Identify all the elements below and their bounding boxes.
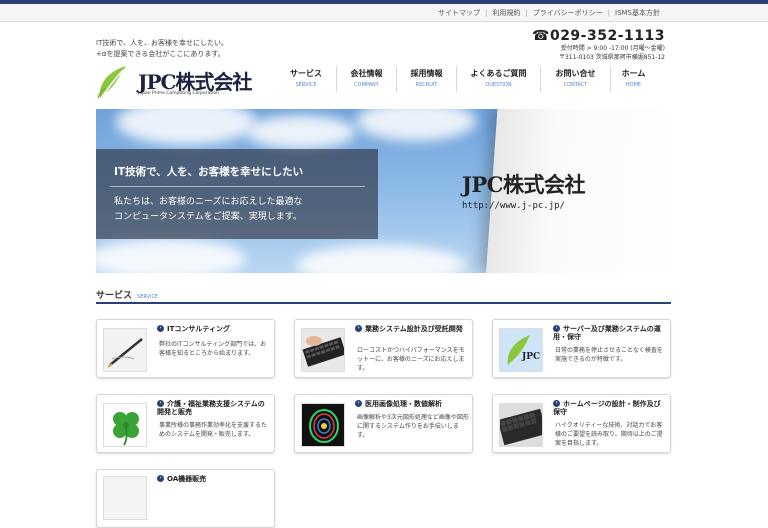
- arrow-icon: ›: [355, 400, 362, 407]
- nav-home[interactable]: ホーム HOME: [610, 66, 656, 92]
- business-hours: 受付時間 > 9:00 -17:00 (月曜～金曜): [560, 45, 665, 52]
- keyboard-image: [301, 328, 345, 372]
- arrow-icon: ›: [553, 400, 560, 407]
- hero-headline: IT技術で、人を、お客様を幸せにしたい: [114, 166, 304, 178]
- service-desc: 事業所様の事務作業効率化を支援するためのシステムを開発・販売します。: [159, 422, 268, 438]
- arrow-icon: ›: [553, 325, 560, 332]
- oa-equipment-image: [103, 476, 147, 520]
- service-title: › 医用画像処理・数値解析: [355, 400, 467, 408]
- cloud: [296, 245, 466, 273]
- service-title: › ITコンサルティング: [157, 325, 269, 333]
- link-isms[interactable]: ISMS基本方針: [615, 9, 660, 17]
- section-title: サービス: [96, 291, 133, 301]
- nav-sublabel: QUESTION: [485, 82, 512, 88]
- svg-text:JPC: JPC: [521, 352, 540, 362]
- phone-number[interactable]: ☎029-352-1113: [532, 28, 665, 44]
- service-card-system-development[interactable]: › 業務システム設計及び受託開発 ローコストかつハイパフォーマンスをモットーに、お…: [294, 319, 473, 378]
- hero-banner: JPC株式会社 http://www.j-pc.jp/ IT技術で、人を、お客様…: [96, 109, 671, 273]
- pen-writing-image: [103, 328, 147, 372]
- nav-sublabel: SERVICE: [295, 82, 317, 88]
- link-terms[interactable]: 利用規約: [492, 9, 520, 17]
- nav-contact[interactable]: お問い合せ CONTACT: [540, 66, 610, 92]
- hero-body: 私たちは、お客様のニーズにお応えした最適な コンピュータシステムをご提案、実現し…: [114, 195, 303, 225]
- cloud: [356, 109, 476, 141]
- nav-label: よくあるご質問: [470, 69, 527, 78]
- separator: |: [485, 9, 488, 17]
- hero-body-line-2: コンピュータシステムをご提案、実現します。: [114, 212, 302, 222]
- section-subtitle: SERVICE: [137, 294, 159, 300]
- contact-info: ☎029-352-1113 受付時間 > 9:00 -17:00 (月曜～金曜)…: [532, 28, 665, 62]
- arrow-icon: ›: [355, 325, 362, 332]
- address: 〒311-0103 茨城県那珂市横堀851-12: [558, 54, 665, 61]
- nav-company[interactable]: 会社情報 COMPANY: [336, 66, 396, 92]
- separator: |: [607, 9, 610, 17]
- tagline-line-1: IT技術で、人を、お客様を幸せにしたい。: [96, 39, 229, 47]
- nav-service[interactable]: サービス SERVICE: [276, 66, 336, 92]
- arrow-icon: ›: [157, 400, 164, 407]
- nav-label: ホーム: [621, 69, 646, 78]
- utility-bar: サイトマップ | 利用規約 | プライバシーポリシー | ISMS基本方針: [0, 4, 768, 22]
- medical-scan-image: [301, 403, 345, 447]
- cloud: [116, 109, 256, 145]
- arrow-icon: ›: [157, 475, 164, 482]
- service-title: › OA機器販売: [157, 475, 269, 483]
- nav-sublabel: COMPANY: [354, 82, 379, 88]
- logo-leaf-icon: [97, 66, 126, 99]
- service-title: › 介護・福祉業務支援システムの開発と販売: [157, 400, 265, 416]
- tagline: IT技術で、人を、お客様を幸せにしたい。 +αを提案できる会社がここにあります。: [96, 38, 228, 60]
- nav-sublabel: RECRUIT: [415, 82, 438, 88]
- nav-label: お問い合せ: [555, 69, 596, 78]
- clover-image: [103, 403, 147, 447]
- service-title: › 業務システム設計及び受託開発: [355, 325, 467, 333]
- separator: |: [525, 9, 528, 17]
- signboard-company: JPC株式会社: [462, 172, 585, 197]
- hero-body-line-1: 私たちは、お客様のニーズにお応えした最適な: [114, 197, 303, 207]
- cloud: [246, 115, 356, 149]
- nav-label: 会社情報: [350, 69, 383, 78]
- service-card-it-consulting[interactable]: › ITコンサルティング 弊社のITコンサルティング部門では、お客様を知るところか…: [96, 319, 275, 378]
- signboard-url: http://www.j-pc.jp/: [462, 201, 565, 211]
- divider: [110, 186, 365, 187]
- service-title: › ホームページの設計・制作及び保守: [553, 400, 661, 416]
- service-card-web-design[interactable]: › ホームページの設計・制作及び保守 ハイクオリティーな技術、対話力でお客様のご要…: [492, 394, 671, 453]
- jpc-logo-image: JPC: [499, 328, 543, 372]
- logo-subtext: Japan Prime Computing Corporation: [138, 91, 220, 96]
- nav-label: 採用情報: [410, 69, 443, 78]
- laptop-keyboard-image: [499, 403, 543, 447]
- nav-recruit[interactable]: 採用情報 RECRUIT: [396, 66, 456, 92]
- tagline-line-2: +αを提案できる会社がここにあります。: [96, 50, 225, 58]
- service-desc: ハイクオリティーな技術、対話力でお客様のご要望を読み取り、期待以上のご提案を目指…: [555, 422, 663, 447]
- service-desc: ローコストかつハイパフォーマンスをモットーに、お客様のニーズにお応えします。: [357, 347, 465, 372]
- service-desc: 弊社のITコンサルティング部門では、お客様を知るところから始まります。: [159, 341, 267, 357]
- service-title: › サーバー及び業務システムの運用・保守: [553, 325, 661, 341]
- service-desc: 日常の業務を停止させることなく検査を実施できるのが特徴です。: [555, 347, 663, 363]
- signboard-text: JPC株式会社 http://www.j-pc.jp/: [462, 169, 585, 211]
- cloud: [96, 239, 246, 273]
- arrow-icon: ›: [157, 325, 164, 332]
- nav-sublabel: CONTACT: [563, 82, 588, 88]
- services-section-heading: サービス SERVICE: [96, 283, 671, 304]
- nav-sublabel: HOME: [625, 82, 642, 88]
- service-card-oa-equipment[interactable]: › OA機器販売: [96, 469, 275, 528]
- company-logo[interactable]: JPC株式会社 Japan Prime Computing Corporatio…: [96, 64, 252, 100]
- nav-label: サービス: [290, 69, 322, 78]
- service-desc: 画像解析や3次元図形処理など画像や図形に関するシステム作りをお手伝いします。: [357, 414, 469, 439]
- service-card-medical-imaging[interactable]: › 医用画像処理・数値解析 画像解析や3次元図形処理など画像や図形に関するシステム…: [294, 394, 473, 453]
- main-nav: サービス SERVICE 会社情報 COMPANY 採用情報 RECRUIT よくある…: [276, 66, 656, 92]
- service-card-care-welfare[interactable]: › 介護・福祉業務支援システムの開発と販売 事業所様の事務作業効率化を支援するため…: [96, 394, 275, 453]
- link-privacy[interactable]: プライバシーポリシー: [533, 9, 603, 17]
- link-sitemap[interactable]: サイトマップ: [438, 9, 480, 17]
- utility-links: サイトマップ | 利用規約 | プライバシーポリシー | ISMS基本方針: [438, 8, 660, 18]
- hero-message-box: IT技術で、人を、お客様を幸せにしたい 私たちは、お客様のニーズにお応えした最適…: [96, 149, 378, 239]
- service-card-server-operations[interactable]: JPC › サーバー及び業務システムの運用・保守 日常の業務を停止させることなく検…: [492, 319, 671, 378]
- nav-question[interactable]: よくあるご質問 QUESTION: [456, 66, 540, 92]
